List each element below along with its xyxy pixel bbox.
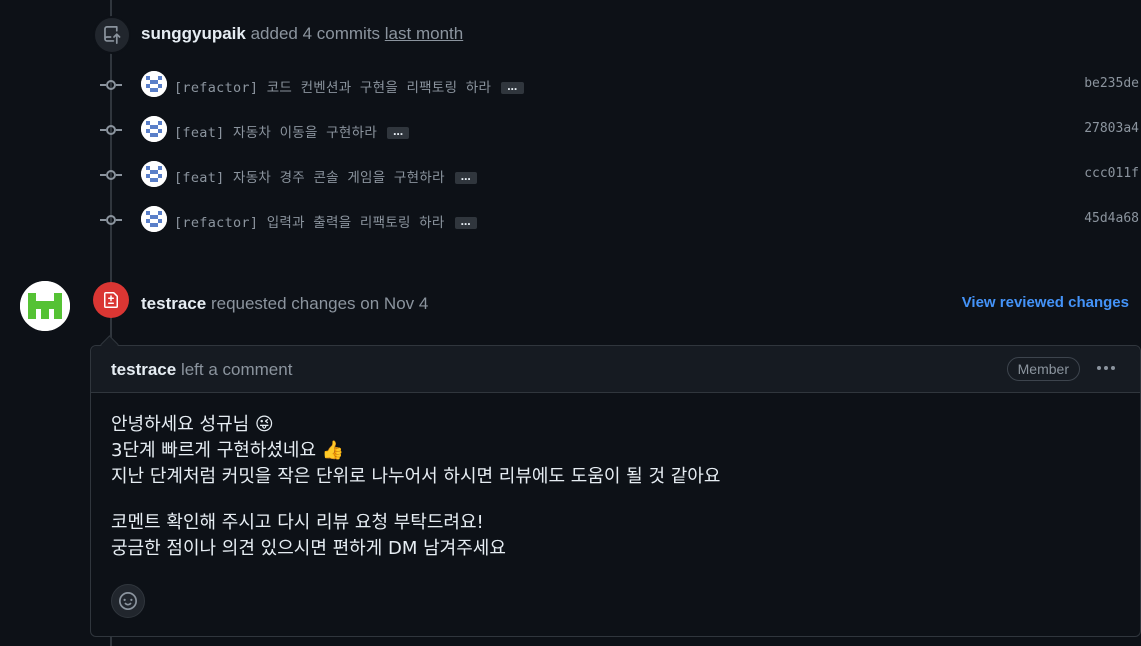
expand-commit-button[interactable]: …	[387, 127, 410, 139]
avatar[interactable]	[141, 116, 167, 142]
smiley-icon[interactable]	[111, 584, 145, 618]
commit-message-link[interactable]: [refactor] 코드 컨벤션과 구현을 리팩토링 하라	[174, 80, 491, 96]
review-comment: testrace left a comment Member 안녕하세요 성규님…	[90, 345, 1141, 637]
expand-commit-button[interactable]: …	[454, 217, 477, 229]
pr-timeline: sunggyupaik added 4 commits last month […	[0, 0, 1141, 646]
push-actor-link[interactable]: sunggyupaik	[141, 24, 246, 43]
commit-message-link[interactable]: [feat] 자동차 이동을 구현하라	[174, 125, 377, 141]
expand-commit-button[interactable]: …	[454, 172, 478, 184]
kebab-horizontal-icon[interactable]	[1094, 358, 1118, 378]
comment-line: 코멘트 확인해 주시고 다시 리뷰 요청 부탁드려요!	[111, 512, 484, 533]
comment-line: 지난 단계처럼 커밋을 작은 단위로 나누어서 하시면 리뷰에도 도움이 될 것…	[111, 466, 721, 487]
comment-author-link[interactable]: testrace	[111, 360, 176, 379]
commit-sha-link[interactable]: be235de	[1084, 76, 1139, 91]
commit-message: [feat] 자동차 이동을 구현하라 …	[174, 121, 410, 141]
commit-sha-link[interactable]: 45d4a68	[1084, 211, 1139, 226]
review-event-title: testrace requested changes on Nov 4	[141, 293, 428, 315]
review-action-text: requested changes on Nov 4	[210, 294, 429, 313]
reviewer-avatar[interactable]	[20, 281, 70, 331]
git-commit-icon	[100, 125, 122, 135]
git-commit-icon	[100, 170, 122, 180]
push-action-text: added 4 commits	[250, 24, 381, 43]
commit-row: [feat] 자동차 경주 콘솔 게임을 구현하라 … ccc011f	[0, 160, 1141, 190]
commit-sha-link[interactable]: 27803a4	[1084, 121, 1139, 136]
commit-message: [refactor] 입력과 출력을 리팩토링 하라 …	[174, 211, 477, 231]
comment-body: 안녕하세요 성규님 😜 3단계 빠르게 구현하셨네요 👍 지난 단계처럼 커밋을…	[111, 412, 720, 562]
commit-message: [refactor] 코드 컨벤션과 구현을 리팩토링 하라 …	[174, 76, 524, 96]
comment-author-line: testrace left a comment	[111, 360, 292, 380]
commit-sha-link[interactable]: ccc011f	[1084, 166, 1139, 181]
expand-commit-button[interactable]: …	[501, 82, 524, 94]
commit-message: [feat] 자동차 경주 콘솔 게임을 구현하라 …	[174, 166, 478, 186]
avatar[interactable]	[141, 161, 167, 187]
comment-line: 3단계 빠르게 구현하셨네요 👍	[111, 440, 345, 461]
commit-row: [feat] 자동차 이동을 구현하라 … 27803a4	[0, 115, 1141, 145]
push-time-link[interactable]: last month	[385, 24, 463, 43]
reviewer-name-link[interactable]: testrace	[141, 294, 206, 313]
comment-action-text: left a comment	[180, 360, 293, 379]
comment-line: 궁금한 점이나 의견 있으시면 편하게 DM 남겨주세요	[111, 538, 506, 559]
commit-message-link[interactable]: [refactor] 입력과 출력을 리팩토링 하라	[174, 215, 445, 231]
git-commit-icon	[100, 80, 122, 90]
comment-line: 안녕하세요 성규님 😜	[111, 414, 274, 435]
avatar[interactable]	[141, 71, 167, 97]
comment-header: testrace left a comment Member	[91, 346, 1140, 393]
push-event-title: sunggyupaik added 4 commits last month	[141, 23, 463, 45]
git-commit-icon	[100, 215, 122, 225]
role-badge: Member	[1006, 357, 1080, 381]
commit-message-link[interactable]: [feat] 자동차 경주 콘솔 게임을 구현하라	[174, 170, 445, 186]
view-reviewed-changes-link[interactable]: View reviewed changes	[962, 293, 1129, 313]
file-diff-icon	[93, 282, 129, 318]
commit-row: [refactor] 코드 컨벤션과 구현을 리팩토링 하라 … be235de	[0, 70, 1141, 100]
repo-push-icon	[93, 16, 131, 54]
avatar[interactable]	[141, 206, 167, 232]
commit-row: [refactor] 입력과 출력을 리팩토링 하라 … 45d4a68	[0, 205, 1141, 235]
